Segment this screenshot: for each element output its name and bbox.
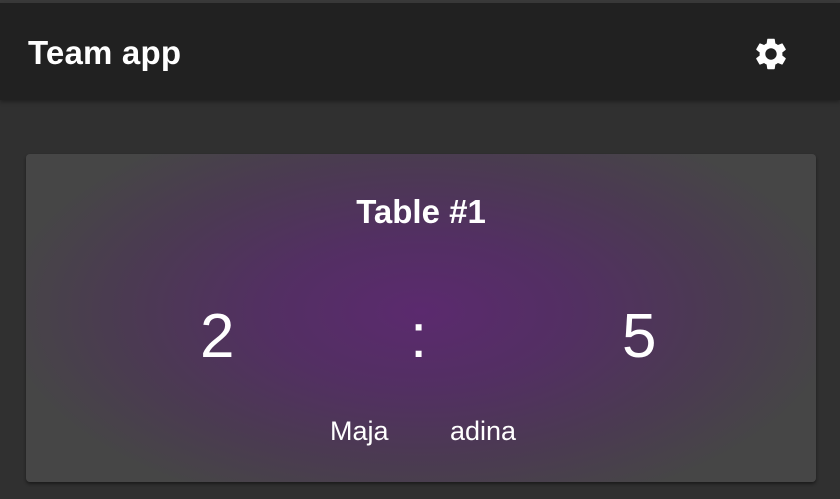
gear-icon xyxy=(756,38,786,70)
settings-button[interactable] xyxy=(748,31,794,77)
player-name-right: adina xyxy=(450,416,517,446)
score-right: 5 xyxy=(622,302,657,371)
app-title: Team app xyxy=(28,34,182,71)
table-card[interactable]: Table #1 2 : 5 Maja adina xyxy=(26,154,816,482)
score-left: 2 xyxy=(200,302,235,371)
score-separator: : xyxy=(410,302,428,371)
player-name-left: Maja xyxy=(330,416,389,446)
app-bar: Team app xyxy=(0,3,840,100)
table-title: Table #1 xyxy=(356,193,486,230)
